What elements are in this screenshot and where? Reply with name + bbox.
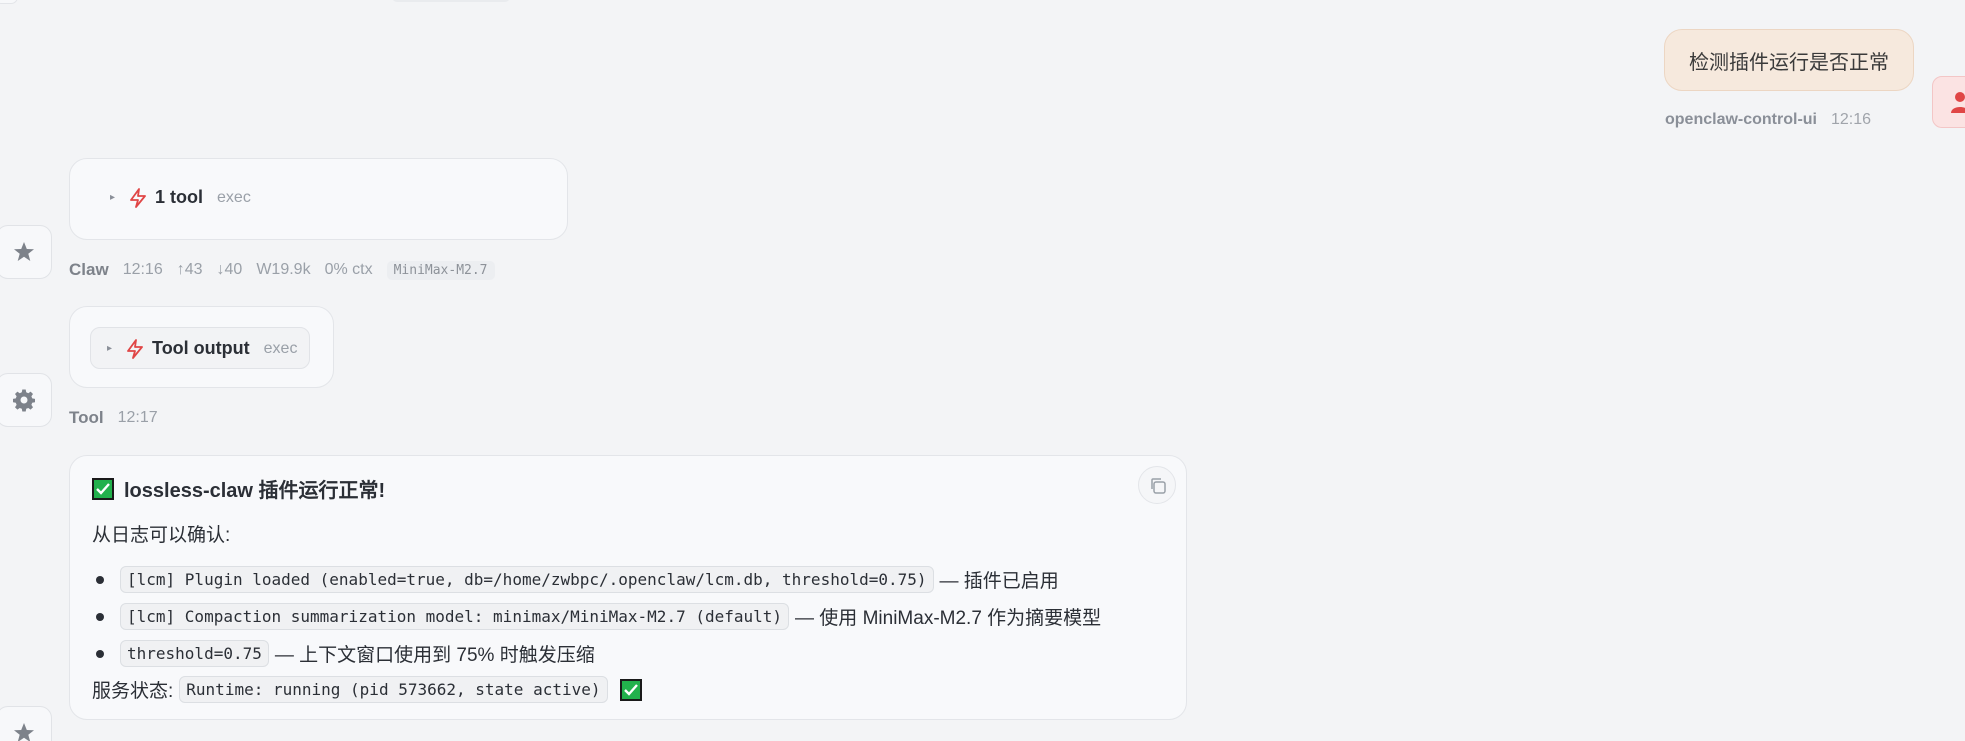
gear-icon [13, 389, 35, 412]
window-size: W19.9k [256, 261, 311, 278]
star-icon [14, 723, 34, 741]
user-time: 12:16 [1831, 111, 1872, 128]
response-heading: lossless-claw 插件运行正常! [92, 474, 385, 503]
check-box-icon [619, 678, 642, 701]
tool-call-title: 1 tool [155, 187, 204, 207]
status-label: 服务状态: [92, 681, 174, 702]
response-intro: 从日志可以确认: [92, 525, 231, 546]
assistant-response-card: lossless-claw 插件运行正常! 从日志可以确认: [lcm] Plu… [69, 455, 1187, 720]
output-token-count: ↓40 [216, 261, 243, 278]
user-avatar [1932, 76, 1965, 128]
tool-output-meta: Tool 12:17 [69, 408, 158, 428]
tool-call-summary[interactable]: ▸ 1 tool exec [110, 187, 251, 208]
response-heading-text: lossless-claw 插件运行正常! [124, 480, 386, 502]
star-icon [14, 242, 34, 261]
user-message-bubble: 检测插件运行是否正常 [1664, 29, 1914, 91]
expand-caret-icon: ▸ [107, 343, 113, 354]
check-box-icon [92, 477, 114, 500]
tool-call-kind: exec [217, 188, 251, 206]
bullet-dot [96, 575, 104, 584]
lightning-icon [127, 338, 143, 359]
list-item-desc: — 使用 MiniMax-M2.7 作为摘要模型 [795, 608, 1102, 629]
chat-view: 检测插件运行是否正常 openclaw-control-ui 12:16 ▸ 1… [0, 0, 1965, 741]
previous-meta-remnant [392, 0, 510, 2]
user-sender: openclaw-control-ui [1665, 111, 1817, 128]
list-item-desc: — 上下文窗口使用到 75% 时触发压缩 [274, 645, 595, 666]
service-status: 服务状态: Runtime: running (pid 573662, stat… [92, 676, 642, 703]
list-item: threshold=0.75 — 上下文窗口使用到 75% 时触发压缩 [92, 640, 595, 667]
list-item-desc: — 插件已启用 [939, 571, 1059, 592]
copy-icon [1151, 478, 1166, 494]
tool-call-meta: Claw 12:16 ↑43 ↓40 W19.9k 0% ctx MiniMax… [69, 260, 495, 280]
tool-output-summary[interactable]: ▸ Tool output exec [90, 327, 310, 369]
user-message-text: 检测插件运行是否正常 [1689, 51, 1889, 74]
list-item: [lcm] Plugin loaded (enabled=true, db=/h… [92, 566, 1059, 593]
assistant-name: Claw [69, 260, 109, 279]
tool-avatar [0, 373, 52, 427]
tool-call-card[interactable]: ▸ 1 tool exec [69, 158, 568, 240]
lightning-icon [130, 187, 146, 208]
tool-call-time: 12:16 [122, 261, 163, 278]
tool-output-summary-row: ▸ Tool output exec [107, 338, 297, 359]
tool-output-card[interactable]: ▸ Tool output exec [69, 306, 334, 388]
tool-output-title: Tool output [152, 338, 250, 358]
inline-code: threshold=0.75 [120, 640, 269, 667]
tool-output-time: 12:17 [117, 409, 158, 426]
assistant-avatar [0, 225, 52, 279]
tool-name: Tool [69, 408, 104, 427]
bullet-dot [96, 612, 104, 621]
copy-button[interactable] [1138, 466, 1176, 504]
user-icon [1951, 92, 1965, 113]
input-token-count: ↑43 [176, 261, 203, 278]
list-item: [lcm] Compaction summarization model: mi… [92, 603, 1101, 630]
user-message-meta: openclaw-control-ui 12:16 [1665, 111, 1871, 129]
inline-code: [lcm] Compaction summarization model: mi… [120, 603, 790, 630]
tool-output-kind: exec [263, 339, 298, 357]
bullet-dot [96, 649, 104, 658]
assistant-avatar [0, 706, 52, 741]
inline-code: [lcm] Plugin loaded (enabled=true, db=/h… [120, 566, 934, 593]
model-chip: MiniMax-M2.7 [386, 260, 495, 280]
expand-caret-icon: ▸ [110, 192, 116, 203]
status-code: Runtime: running (pid 573662, state acti… [179, 676, 608, 703]
context-usage: 0% ctx [324, 261, 373, 278]
previous-avatar-remnant [0, 0, 18, 4]
